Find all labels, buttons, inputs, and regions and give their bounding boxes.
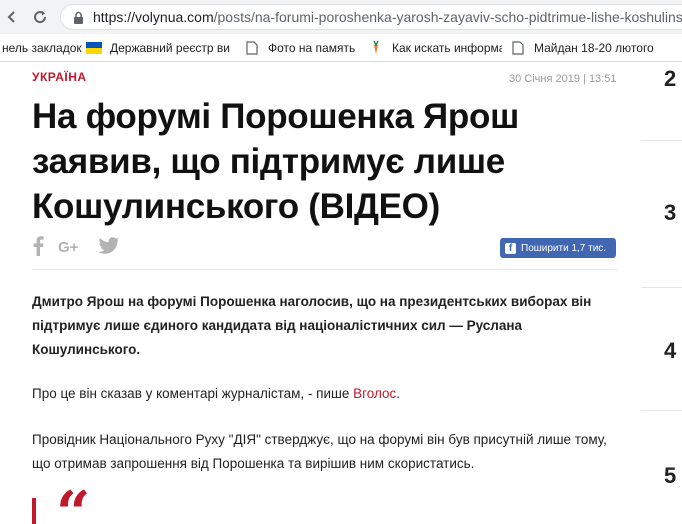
bookmark-item[interactable]: Как искать информац bbox=[368, 34, 510, 61]
twitter-icon[interactable] bbox=[98, 237, 120, 255]
back-arrow-icon[interactable] bbox=[2, 7, 22, 27]
bookmark-label: нель закладок bbox=[2, 40, 82, 55]
sidebar-rank-number: 4 bbox=[664, 338, 677, 363]
article-paragraph: Провідник Національного Руху "ДІЯ" ствер… bbox=[32, 432, 607, 471]
carrot-icon bbox=[368, 40, 384, 56]
facebook-icon[interactable] bbox=[32, 236, 44, 256]
url-text: https://volynua.com/posts/na-forumi-poro… bbox=[93, 9, 682, 25]
browser-toolbar: https://volynua.com/posts/na-forumi-poro… bbox=[0, 0, 682, 34]
share-button-label: Поширити 1,7 тис. bbox=[521, 242, 607, 254]
facebook-logo-icon: f bbox=[505, 242, 516, 254]
bookmark-label: Как искать информац bbox=[392, 40, 502, 55]
article-lead: Дмитро Ярош на форумі Порошенка наголоси… bbox=[32, 294, 592, 357]
sidebar-divider bbox=[641, 140, 682, 141]
bookmark-label: Державний реєстр ви bbox=[110, 40, 230, 55]
svg-text:G+: G+ bbox=[58, 239, 79, 254]
article-date: 30 Січня 2019 | 13:51 bbox=[509, 73, 617, 85]
quote-bar bbox=[32, 498, 36, 524]
bookmark-item[interactable]: нель закладок bbox=[0, 34, 86, 61]
sidebar-rank-number: 5 bbox=[664, 463, 677, 488]
sidebar-divider bbox=[641, 287, 682, 288]
source-link[interactable]: Вголос bbox=[353, 386, 396, 401]
address-bar[interactable]: https://volynua.com/posts/na-forumi-poro… bbox=[60, 4, 682, 30]
facebook-share-button[interactable]: f Поширити 1,7 тис. bbox=[500, 238, 616, 258]
reload-icon[interactable] bbox=[30, 7, 50, 27]
bookmark-label: Майдан 18-20 лютого bbox=[534, 40, 654, 55]
sidebar-rank-number: 3 bbox=[664, 200, 677, 225]
ukraine-flag-icon bbox=[86, 40, 102, 56]
quote-mark-icon: “ bbox=[56, 479, 91, 524]
page-icon bbox=[244, 40, 260, 56]
bookmark-label: Фото на память bbox=[268, 40, 356, 55]
bookmark-item[interactable]: Майдан 18-20 лютого bbox=[510, 34, 680, 61]
google-plus-icon[interactable]: G+ bbox=[58, 238, 84, 254]
lock-icon bbox=[71, 10, 85, 24]
social-share-icons: G+ bbox=[32, 236, 134, 256]
url-host: https://volynua.com bbox=[93, 9, 214, 25]
page-icon bbox=[510, 40, 526, 56]
sidebar-rank-number: 2 bbox=[664, 66, 677, 91]
bookmarks-bar: нель закладок Державний реєстр ви Фото н… bbox=[0, 34, 682, 62]
divider bbox=[32, 269, 617, 270]
article-paragraph: Про це він сказав у коментарі журналіста… bbox=[32, 382, 617, 406]
bookmark-item[interactable]: Державний реєстр ви bbox=[86, 34, 244, 61]
bookmark-item[interactable]: Фото на память bbox=[244, 34, 368, 61]
article-title: На форумі Порошенка Ярош заявив, що підт… bbox=[32, 97, 519, 226]
paragraph-text: Про це він сказав у коментарі журналіста… bbox=[32, 386, 354, 401]
url-path: /posts/na-forumi-poroshenka-yarosh-zayav… bbox=[213, 9, 682, 25]
sidebar-divider bbox=[641, 410, 682, 411]
paragraph-end: . bbox=[396, 386, 401, 401]
article-category[interactable]: УКРАЇНА bbox=[32, 70, 87, 84]
